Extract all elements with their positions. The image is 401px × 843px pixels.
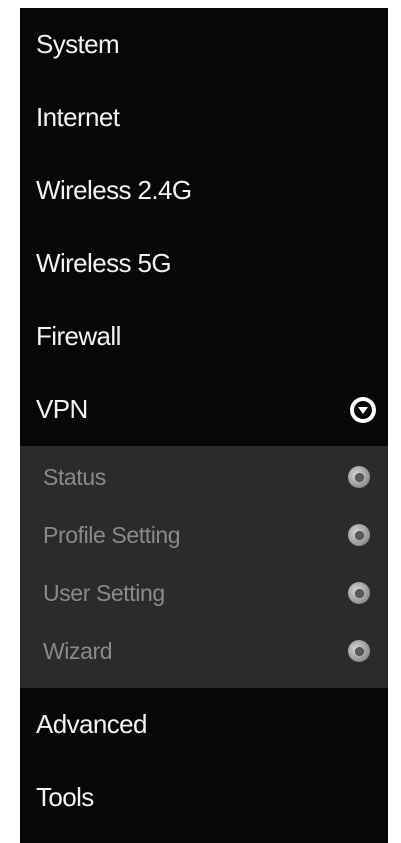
chevron-down-circle-icon[interactable] bbox=[350, 396, 376, 423]
submenu-item-label: Wizard bbox=[43, 637, 113, 664]
dot-center bbox=[354, 646, 364, 656]
menu-item-label: Advanced bbox=[36, 709, 147, 739]
menu-item-wireless-2-4g[interactable]: Wireless 2.4G bbox=[20, 154, 388, 227]
menu-item-label: System bbox=[36, 29, 120, 59]
submenu-item-label: User Setting bbox=[43, 579, 165, 606]
submenu-item-wizard[interactable]: Wizard bbox=[20, 622, 388, 680]
menu-item-internet[interactable]: Internet bbox=[20, 81, 388, 154]
menu-item-label: VPN bbox=[36, 394, 88, 424]
menu-item-system[interactable]: System bbox=[20, 8, 388, 81]
menu-item-advanced[interactable]: Advanced bbox=[20, 688, 388, 761]
radio-dot-icon bbox=[348, 466, 370, 488]
menu-item-label: Internet bbox=[36, 102, 120, 132]
menu-item-tools[interactable]: Tools bbox=[20, 761, 388, 834]
submenu-item-user-setting[interactable]: User Setting bbox=[20, 564, 388, 622]
vpn-submenu: Status Profile Setting User Setting Wiza… bbox=[20, 446, 388, 688]
radio-dot-icon bbox=[348, 582, 370, 604]
menu-item-wireless-5g[interactable]: Wireless 5G bbox=[20, 227, 388, 300]
menu-item-firewall[interactable]: Firewall bbox=[20, 300, 388, 373]
submenu-item-label: Status bbox=[43, 463, 106, 490]
dot-center bbox=[354, 472, 364, 482]
menu-item-label: Wireless 2.4G bbox=[36, 175, 192, 205]
menu-item-label: Wireless 5G bbox=[36, 248, 172, 278]
dot-center bbox=[354, 530, 364, 540]
toggle-inner bbox=[354, 400, 372, 419]
menu-item-label: Tools bbox=[36, 782, 94, 812]
menu-item-vpn[interactable]: VPN bbox=[20, 373, 388, 446]
dot-center bbox=[354, 588, 364, 598]
submenu-item-profile-setting[interactable]: Profile Setting bbox=[20, 506, 388, 564]
submenu-item-label: Profile Setting bbox=[43, 521, 181, 548]
radio-dot-icon bbox=[348, 640, 370, 662]
menu-item-label: Firewall bbox=[36, 321, 121, 351]
radio-dot-icon bbox=[348, 524, 370, 546]
nav-menu: System Internet Wireless 2.4G Wireless 5… bbox=[20, 8, 388, 843]
triangle-down-icon bbox=[358, 407, 368, 414]
submenu-item-status[interactable]: Status bbox=[20, 448, 388, 506]
